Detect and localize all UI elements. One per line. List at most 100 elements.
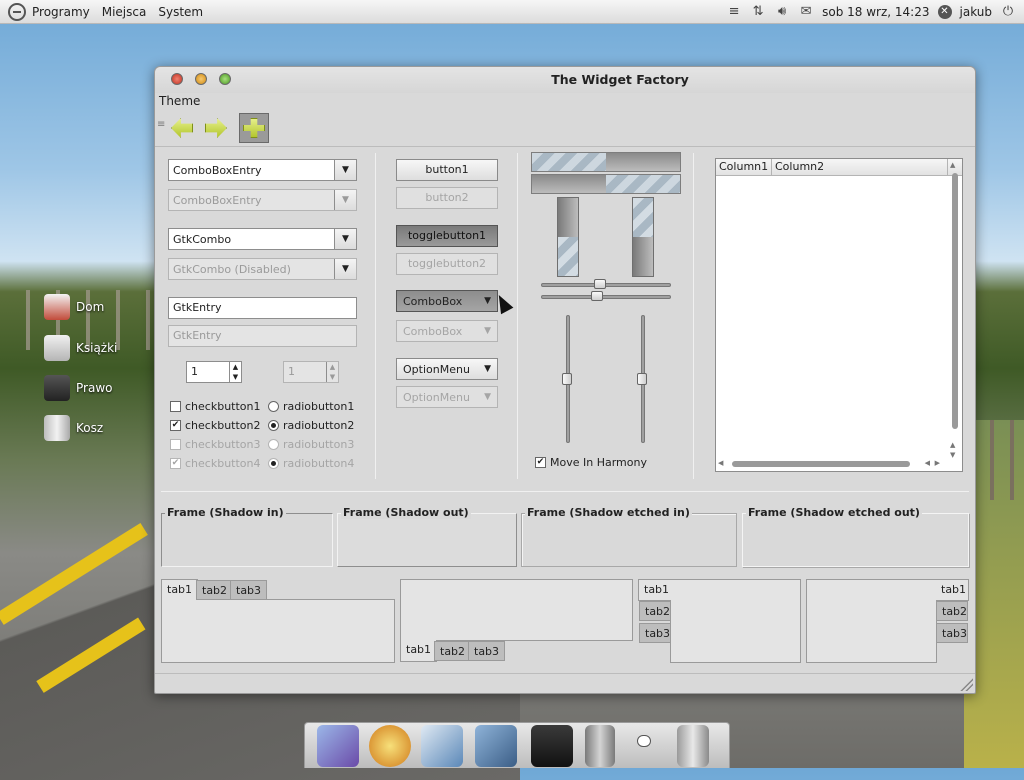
radio-selected-icon[interactable]: [268, 420, 279, 431]
move-in-harmony-check[interactable]: ✔ Move In Harmony: [535, 456, 647, 469]
tab-1[interactable]: tab1: [936, 579, 969, 601]
clock[interactable]: sob 18 wrz, 14:23: [822, 5, 929, 19]
desktop-icon-books[interactable]: Książki: [44, 335, 117, 361]
menu-system[interactable]: System: [158, 5, 203, 19]
tree-view[interactable]: Column1 Column2 ▲ ▲ ▼ ◀ ◀ ▶: [715, 158, 963, 472]
column2-header[interactable]: Column2: [772, 159, 948, 175]
combo-box-entry[interactable]: ComboBoxEntry ▼: [168, 159, 357, 181]
tab-1[interactable]: tab1: [400, 640, 438, 662]
desktop-icon-law[interactable]: Prawo: [44, 375, 112, 401]
forward-button[interactable]: [201, 113, 231, 143]
checkbutton2[interactable]: ✔ checkbutton2: [170, 419, 261, 432]
back-button[interactable]: [167, 113, 197, 143]
checkbox-checked-icon[interactable]: ✔: [170, 420, 181, 431]
togglebutton1[interactable]: togglebutton1: [396, 225, 498, 247]
progress-bar-horizontal-reversed: [531, 174, 681, 194]
gtk-combo[interactable]: GtkCombo ▼: [168, 228, 357, 250]
menu-places[interactable]: Miejsca: [102, 5, 147, 19]
tab-2[interactable]: tab2: [639, 601, 671, 621]
spin-value[interactable]: 1: [187, 362, 229, 382]
scroll-right-icon[interactable]: ▶: [935, 459, 940, 467]
tab-3[interactable]: tab3: [639, 623, 671, 643]
desktop-icon-home[interactable]: Dom: [44, 294, 104, 320]
notebook-tabs-top: tab1 tab2 tab3: [161, 579, 395, 663]
gtk-entry[interactable]: GtkEntry: [168, 297, 357, 319]
desktop-icon-label: Dom: [76, 300, 105, 314]
add-button[interactable]: [239, 113, 269, 143]
tab-2[interactable]: tab2: [434, 641, 472, 661]
tab-2[interactable]: tab2: [196, 580, 234, 600]
combo-box-entry-text[interactable]: ComboBoxEntry: [169, 164, 334, 177]
combobox[interactable]: ComboBox ▼: [396, 290, 498, 312]
radio-icon[interactable]: [268, 401, 279, 412]
toolbar-handle-icon[interactable]: ≡: [157, 119, 165, 130]
column1-header[interactable]: Column1: [716, 159, 772, 175]
radiobutton2[interactable]: radiobutton2: [268, 419, 354, 432]
separator: [517, 153, 518, 479]
distro-logo-icon[interactable]: [8, 2, 26, 21]
vscale-2[interactable]: [637, 315, 647, 443]
checkbutton-label: checkbutton2: [185, 419, 261, 432]
user-name[interactable]: jakub: [960, 5, 993, 19]
window-titlebar[interactable]: The Widget Factory: [155, 67, 975, 93]
vscale-1[interactable]: [562, 315, 572, 443]
scroll-left-icon[interactable]: ◀: [925, 459, 930, 467]
slider-thumb[interactable]: [594, 279, 606, 289]
slider-thumb[interactable]: [591, 291, 603, 301]
resize-grip-icon[interactable]: [959, 677, 973, 691]
scrollbar-thumb[interactable]: [732, 461, 910, 467]
spin-value-disabled: 1: [288, 365, 295, 378]
progress-fill: [532, 153, 606, 171]
menu-lines-icon[interactable]: ≡: [726, 4, 742, 19]
checkbutton3: checkbutton3: [170, 438, 261, 451]
button1[interactable]: button1: [396, 159, 498, 181]
chevron-down-icon[interactable]: ▼: [334, 160, 356, 180]
tab-3[interactable]: tab3: [230, 580, 268, 600]
chevron-down-icon[interactable]: ▼: [334, 229, 356, 249]
scroll-up-icon[interactable]: ▲: [950, 161, 955, 169]
horizontal-scrollbar[interactable]: ◀ ◀ ▶: [718, 459, 940, 469]
scroll-left-icon[interactable]: ◀: [718, 459, 723, 467]
photo-viewer-icon[interactable]: [475, 725, 517, 767]
radiobutton1[interactable]: radiobutton1: [268, 400, 354, 413]
option-menu[interactable]: OptionMenu ▼: [396, 358, 498, 380]
desktop-icon-trash[interactable]: Kosz: [44, 415, 103, 441]
checkbox-checked-icon[interactable]: ✔: [535, 457, 546, 468]
spin-button[interactable]: 1 ▲ ▼: [186, 361, 242, 383]
hscale-1[interactable]: [541, 279, 671, 289]
menu-theme[interactable]: Theme: [159, 94, 200, 108]
network-arrows-icon[interactable]: ⇅: [750, 4, 766, 19]
speaker-icon[interactable]: [585, 725, 615, 767]
tab-1[interactable]: tab1: [161, 579, 199, 600]
gtk-combo-text[interactable]: GtkCombo: [169, 233, 334, 246]
tab-2[interactable]: tab2: [936, 601, 968, 621]
volume-icon[interactable]: 🔊︎: [774, 4, 790, 19]
vertical-scrollbar[interactable]: ▲ ▲ ▼: [950, 161, 960, 459]
image-editor-icon[interactable]: [421, 725, 463, 767]
checkbutton1[interactable]: checkbutton1: [170, 400, 261, 413]
video-editor-icon[interactable]: [531, 725, 573, 767]
progress-fill: [558, 237, 578, 276]
slider-thumb[interactable]: [562, 373, 572, 385]
window-icon[interactable]: [637, 735, 651, 747]
slider-thumb[interactable]: [637, 373, 647, 385]
scroll-up-icon[interactable]: ▲: [950, 441, 955, 449]
mail-icon[interactable]: ✉: [798, 4, 814, 19]
scrollbar-thumb[interactable]: [952, 173, 958, 429]
hscale-2[interactable]: [541, 291, 671, 301]
tab-1[interactable]: tab1: [638, 579, 671, 601]
browser-icon[interactable]: [369, 725, 411, 767]
file-manager-icon[interactable]: [317, 725, 359, 767]
scroll-down-icon[interactable]: ▼: [950, 451, 955, 459]
trash-icon[interactable]: [677, 725, 709, 767]
tab-3[interactable]: tab3: [468, 641, 506, 661]
spin-arrows-icon[interactable]: ▲ ▼: [229, 362, 241, 382]
tab-3[interactable]: tab3: [936, 623, 968, 643]
checkbox-icon[interactable]: [170, 401, 181, 412]
menu-programs[interactable]: Programy: [32, 5, 90, 19]
dock: [304, 722, 730, 768]
chevron-down-icon: ▼: [484, 326, 491, 336]
power-icon[interactable]: ⏻: [1000, 4, 1016, 19]
user-status-icon[interactable]: ✕: [937, 4, 952, 19]
top-panel: Programy Miejsca System ≡ ⇅ 🔊︎ ✉ sob 18 …: [0, 0, 1024, 24]
